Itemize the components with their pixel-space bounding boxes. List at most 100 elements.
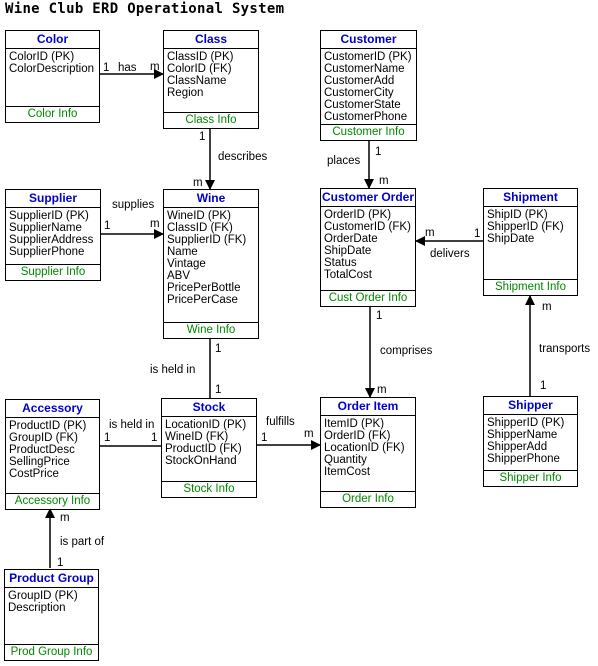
card-supplies-from: 1 [104, 220, 111, 232]
attribute: TotalCost [324, 269, 372, 281]
card-has-to: m [150, 61, 160, 73]
entity-customer-order[interactable]: Customer Order OrderID (PK) CustomerID (F… [320, 188, 416, 307]
attribute: ItemCost [324, 466, 371, 478]
verb-has: has [118, 62, 137, 74]
verb-describes: describes [218, 151, 268, 163]
attribute: OrderDate [324, 233, 378, 245]
entity-product-group[interactable]: Product Group GroupID (PK) Description Pr… [4, 569, 99, 661]
entity-footer: Cust Order Info [321, 290, 415, 306]
attribute: Status [324, 257, 357, 269]
attribute: ColorDescription [9, 63, 95, 75]
entity-wine[interactable]: Wine WineID (PK) ClassID (FK) SupplierID (… [163, 189, 259, 339]
attribute: CustomerCity [324, 87, 394, 99]
attribute: ColorID (FK) [167, 63, 232, 75]
attribute: Vintage [167, 258, 206, 270]
entity-header: Accessory [6, 400, 99, 418]
attribute: WineID (FK) [165, 431, 229, 443]
card-delivers-from: 1 [474, 228, 481, 240]
entity-shipment[interactable]: Shipment ShipID (PK) ShipperID (FK) ShipDa… [483, 188, 578, 296]
entity-class[interactable]: Class ClassID (PK) ColorID (FK) ClassName R… [163, 30, 259, 129]
attribute: CustomerName [324, 63, 405, 75]
attribute: SupplierID (FK) [167, 234, 247, 246]
entity-header: Shipper [484, 397, 577, 415]
entity-footer: Customer Info [321, 124, 416, 140]
entity-accessory[interactable]: Accessory ProductID (PK) GroupID (FK) Prod… [5, 399, 100, 510]
attribute: GroupID (FK) [9, 432, 79, 444]
attribute-list: GroupID (PK) Description [5, 588, 98, 644]
entity-header: Order Item [321, 398, 415, 416]
verb-accessory-held-in: is held in [109, 419, 155, 431]
card-transports-from: 1 [540, 380, 547, 392]
attribute: CustomerState [324, 99, 401, 111]
entity-supplier[interactable]: Supplier SupplierID (PK) SupplierName Supp… [5, 189, 101, 281]
attribute: WineID (PK) [167, 210, 231, 222]
attribute: ClassID (FK) [167, 222, 233, 234]
entity-header: Customer Order [321, 189, 415, 207]
entity-header: Supplier [6, 190, 100, 208]
card-places-from: 1 [375, 146, 382, 158]
card-supplies-to: m [150, 218, 160, 230]
entity-footer: Shipper Info [484, 470, 577, 486]
entity-footer: Wine Info [164, 322, 258, 338]
attribute: Region [167, 87, 204, 99]
card-accessory-held-from: 1 [104, 432, 111, 444]
entity-customer[interactable]: Customer CustomerID (PK) CustomerName Cust… [320, 30, 417, 141]
attribute: PricePerCase [167, 294, 238, 306]
entity-header: Color [6, 31, 99, 49]
attribute: SupplierPhone [9, 246, 85, 258]
attribute-list: CustomerID (PK) CustomerName CustomerAdd Cu… [321, 49, 416, 124]
attribute: ItemID (PK) [324, 418, 385, 430]
entity-footer: Prod Group Info [5, 644, 98, 660]
card-fulfills-to: m [304, 428, 314, 440]
attribute-list: ProductID (PK) GroupID (FK) ProductDesc Sel… [6, 418, 99, 493]
entity-shipper[interactable]: Shipper ShipperID (PK) ShipperName Shipper… [483, 396, 578, 487]
attribute: ShipperID (PK) [487, 417, 565, 429]
attribute: ShipperPhone [487, 453, 560, 465]
attribute: ClassID (PK) [167, 51, 234, 63]
attribute: SellingPrice [9, 456, 70, 468]
entity-color[interactable]: Color ColorID (PK) ColorDescription Color… [5, 30, 100, 123]
card-transports-to: m [542, 301, 552, 313]
card-fulfills-from: 1 [261, 432, 268, 444]
entity-header: Wine [164, 190, 258, 208]
card-comprises-to: m [377, 384, 387, 396]
attribute-list: ShipperID (PK) ShipperName ShipperAdd Shipp… [484, 415, 577, 470]
card-is-part-of-from: 1 [57, 557, 64, 569]
entity-stock[interactable]: Stock LocationID (PK) WineID (FK) ProductI… [161, 398, 257, 498]
attribute: Description [8, 602, 66, 614]
attribute: CustomerID (FK) [324, 221, 411, 233]
entity-footer: Color Info [6, 106, 99, 122]
card-wine-held-from: 1 [215, 343, 222, 355]
attribute: ClassName [167, 75, 227, 87]
card-comprises-from: 1 [376, 310, 383, 322]
card-accessory-held-to: 1 [151, 432, 158, 444]
verb-delivers: delivers [430, 248, 470, 260]
attribute-list: ShipID (PK) ShipperID (FK) ShipDate [484, 207, 577, 279]
attribute: ProductID (PK) [9, 420, 87, 432]
entity-order-item[interactable]: Order Item ItemID (PK) OrderID (FK) Locati… [320, 397, 416, 508]
attribute: ColorID (PK) [9, 51, 75, 63]
card-describes-from: 1 [199, 131, 206, 143]
attribute: SupplierAddress [9, 234, 94, 246]
verb-fulfills: fulfills [266, 416, 295, 428]
attribute: ShipDate [487, 233, 535, 245]
verb-comprises: comprises [380, 345, 433, 357]
entity-footer: Supplier Info [6, 264, 100, 280]
attribute: LocationID (PK) [165, 419, 247, 431]
attribute: SupplierName [9, 222, 82, 234]
attribute-list: SupplierID (PK) SupplierName SupplierAddre… [6, 208, 100, 264]
entity-header: Shipment [484, 189, 577, 207]
attribute: PricePerBottle [167, 282, 241, 294]
attribute-list: LocationID (PK) WineID (FK) ProductID (FK)… [162, 417, 256, 481]
attribute: StockOnHand [165, 455, 237, 467]
attribute-list: WineID (PK) ClassID (FK) SupplierID (FK) Na… [164, 208, 258, 322]
verb-wine-held-in: is held in [150, 364, 196, 376]
card-describes-to: m [193, 177, 203, 189]
attribute-list: ClassID (PK) ColorID (FK) ClassName Region [164, 49, 258, 112]
entity-header: Stock [162, 399, 256, 417]
attribute: ProductDesc [9, 444, 75, 456]
card-is-part-of-to: m [60, 512, 70, 524]
entity-footer: Shipment Info [484, 279, 577, 295]
card-has-from: 1 [103, 62, 110, 74]
attribute: OrderID (PK) [324, 209, 392, 221]
